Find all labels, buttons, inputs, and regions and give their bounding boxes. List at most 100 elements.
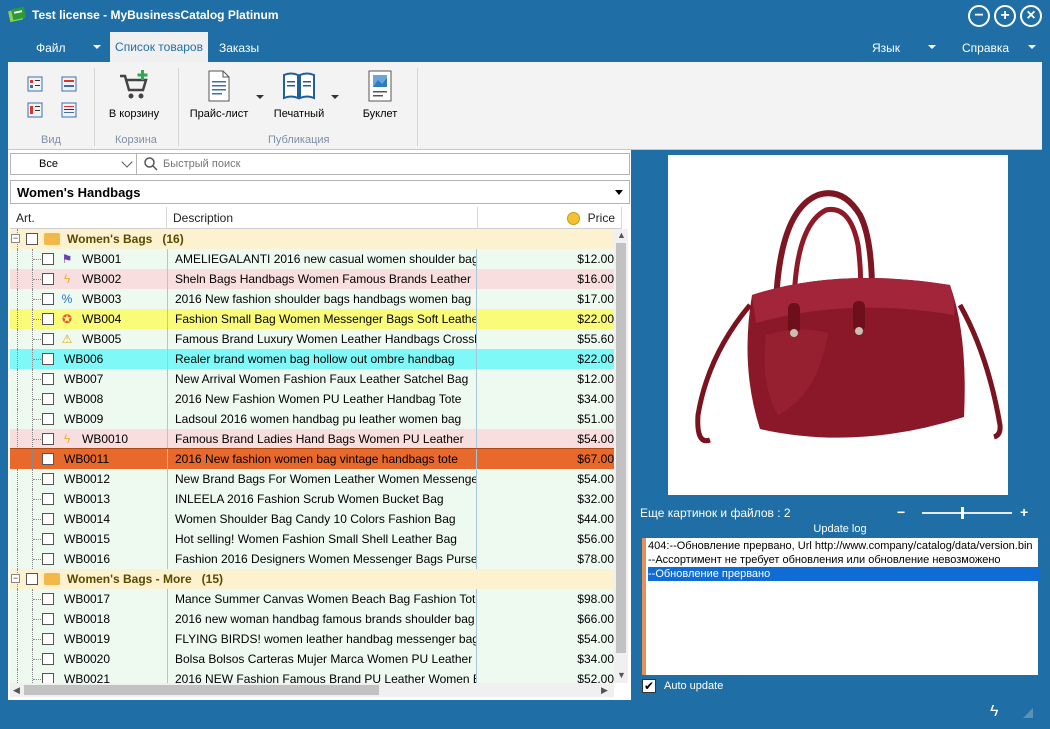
group-row[interactable]: − Women's Bags - More (15) (10, 569, 614, 589)
table-row[interactable]: WB0017 Mance Summer Canvas Women Beach Ba… (10, 589, 614, 609)
cell-art: WB008 (64, 392, 104, 406)
table-row[interactable]: WB0014 Women Shoulder Bag Candy 10 Colors… (10, 509, 614, 529)
table-row[interactable]: WB008 2016 New Fashion Women PU Leather H… (10, 389, 614, 409)
add-to-cart-label: В корзину (108, 108, 160, 120)
row-checkbox[interactable] (26, 233, 38, 245)
table-row[interactable]: WB0016 Fashion 2016 Designers Women Messe… (10, 549, 614, 569)
table-row[interactable]: WB0015 Hot selling! Women Fashion Small S… (10, 529, 614, 549)
cell-description: 2016 New fashion shoulder bags handbags … (167, 289, 477, 309)
folder-icon (44, 573, 60, 585)
product-list-panel: Все Women's Handbags Art. Description Pr… (8, 150, 631, 700)
column-header-price[interactable]: Price (478, 207, 622, 229)
table-row[interactable]: WB009 Ladsoul 2016 women handbag pu leath… (10, 409, 614, 429)
product-grid[interactable]: − Women's Bags (16) ⚑ WB001 AMELIEGALANTI 20… (10, 229, 614, 683)
table-row[interactable]: WB007 New Arrival Women Fashion Faux Leat… (10, 369, 614, 389)
zoom-out-button[interactable]: − (897, 504, 905, 520)
scrollbar-thumb[interactable] (24, 685, 379, 695)
lightning-icon[interactable]: ϟ (990, 703, 998, 721)
cell-price: $51.00 (577, 412, 614, 426)
search-icon (144, 157, 158, 171)
update-log-list[interactable]: 404:--Обновление прервано, Url http://ww… (642, 538, 1040, 675)
cell-description: Hot selling! Women Fashion Small Shell L… (167, 529, 477, 549)
scroll-down-icon[interactable]: ▼ (617, 670, 626, 680)
cell-description: Mance Summer Canvas Women Beach Bag Fash… (167, 589, 477, 609)
category-select[interactable]: Women's Handbags (10, 180, 630, 204)
filter-select[interactable]: Все (10, 153, 138, 175)
cell-price: $54.00 (577, 432, 614, 446)
auto-update-label: Auto update (664, 680, 724, 692)
view-list-icon[interactable] (60, 76, 78, 92)
row-checkbox[interactable] (26, 573, 38, 585)
file-menu-dropdown-icon[interactable] (93, 45, 101, 49)
add-to-cart-button[interactable]: В корзину (104, 70, 164, 126)
log-line[interactable]: 404:--Обновление прервано, Url http://ww… (648, 539, 1040, 553)
help-menu[interactable]: Справка (962, 41, 1009, 55)
table-row[interactable]: ⚠ WB005 Famous Brand Luxury Women Leather … (10, 329, 614, 349)
zoom-slider-track[interactable] (922, 512, 1012, 514)
column-header-art[interactable]: Art. (10, 207, 167, 229)
view-table-icon[interactable] (60, 102, 78, 118)
table-row[interactable]: WB006 Realer brand women bag hollow out o… (10, 349, 614, 369)
language-dropdown-icon[interactable] (928, 45, 936, 49)
zoom-slider-thumb[interactable] (961, 507, 964, 519)
log-line-selected[interactable]: --Обновление прервано (648, 567, 1040, 581)
cell-art: WB005 (82, 332, 122, 346)
cell-art: WB0017 (64, 592, 111, 606)
table-row[interactable]: WB0021 2016 NEW Fashion Famous Brand PU L… (10, 669, 614, 683)
ribbon-group-cart-label: Корзина (115, 134, 157, 146)
table-row[interactable]: % WB003 2016 New fashion shoulder bags han… (10, 289, 614, 309)
table-row[interactable]: WB0018 2016 new woman handbag famous bran… (10, 609, 614, 629)
group-row[interactable]: − Women's Bags (16) (10, 229, 614, 249)
table-row-selected[interactable]: WB0011 2016 New fashion women bag vintage… (10, 448, 614, 470)
resize-grip-icon[interactable] (1023, 708, 1033, 718)
tab-orders[interactable]: Заказы (219, 41, 259, 55)
view-grid-icon[interactable] (26, 102, 44, 118)
column-header-description[interactable]: Description (167, 207, 478, 229)
cell-description: Realer brand women bag hollow out ombre … (167, 349, 477, 369)
cell-description: FLYING BIRDS! women leather handbag mess… (167, 629, 477, 649)
scroll-left-icon[interactable]: ◀ (13, 685, 20, 696)
language-menu[interactable]: Язык (872, 41, 900, 55)
vertical-scrollbar[interactable]: ▲ ▼ (614, 229, 628, 683)
cell-art: WB0010 (82, 432, 129, 446)
price-list-button[interactable]: Прайс-лист (188, 70, 250, 126)
collapse-icon[interactable]: − (11, 574, 20, 583)
scrollbar-thumb[interactable] (616, 243, 626, 653)
table-row[interactable]: WB0020 Bolsa Bolsos Carteras Mujer Marca … (10, 649, 614, 669)
zoom-in-button[interactable]: + (1020, 504, 1028, 520)
file-menu[interactable]: Файл (36, 41, 66, 55)
table-row[interactable]: WB0013 INLEELA 2016 Fashion Scrub Women B… (10, 489, 614, 509)
cell-description: Bolsa Bolsos Carteras Mujer Marca Women … (167, 649, 477, 669)
help-dropdown-icon[interactable] (1028, 45, 1036, 49)
table-row[interactable]: ✪ WB004 Fashion Small Bag Women Messenger … (10, 309, 614, 329)
table-row[interactable]: WB0012 New Brand Bags For Women Leather W… (10, 469, 614, 489)
table-row[interactable]: ϟ WB002 Sheln Bags Handbags Women Famous B… (10, 269, 614, 289)
minimize-button[interactable]: − (968, 5, 990, 27)
log-line[interactable]: --Ассортимент не требует обновления или … (648, 553, 1040, 567)
printed-catalog-button[interactable]: Печатный (268, 70, 330, 126)
cell-art: WB001 (82, 252, 122, 266)
booklet-label: Буклет (362, 108, 398, 120)
view-tree-icon[interactable] (26, 76, 44, 92)
cell-description: 2016 New Fashion Women PU Leather Handba… (167, 389, 477, 409)
price-list-dropdown-icon[interactable] (256, 95, 264, 99)
scroll-right-icon[interactable]: ▶ (601, 685, 608, 696)
table-row[interactable]: WB0019 FLYING BIRDS! women leather handba… (10, 629, 614, 649)
price-list-label: Прайс-лист (189, 108, 249, 120)
horizontal-scrollbar[interactable]: ◀ ▶ (10, 683, 614, 697)
ribbon-group-publish-label: Публикация (268, 134, 330, 146)
collapse-icon[interactable]: − (11, 234, 20, 243)
tab-product-list[interactable]: Список товаров (110, 32, 208, 62)
table-row[interactable]: ϟ WB0010 Famous Brand Ladies Hand Bags Wom… (10, 429, 614, 449)
maximize-button[interactable]: + (994, 5, 1016, 27)
table-row[interactable]: ⚑ WB001 AMELIEGALANTI 2016 new casual wome… (10, 249, 614, 269)
close-button[interactable]: × (1020, 5, 1042, 27)
product-image[interactable] (668, 155, 1008, 495)
checkmark-icon[interactable]: ✔ (642, 679, 656, 693)
handbag-picture (695, 190, 1003, 444)
cell-art: WB0019 (64, 632, 111, 646)
printed-dropdown-icon[interactable] (331, 95, 339, 99)
quick-search-input[interactable] (136, 153, 630, 175)
booklet-button[interactable]: Буклет (352, 70, 408, 126)
scroll-up-icon[interactable]: ▲ (617, 230, 626, 240)
